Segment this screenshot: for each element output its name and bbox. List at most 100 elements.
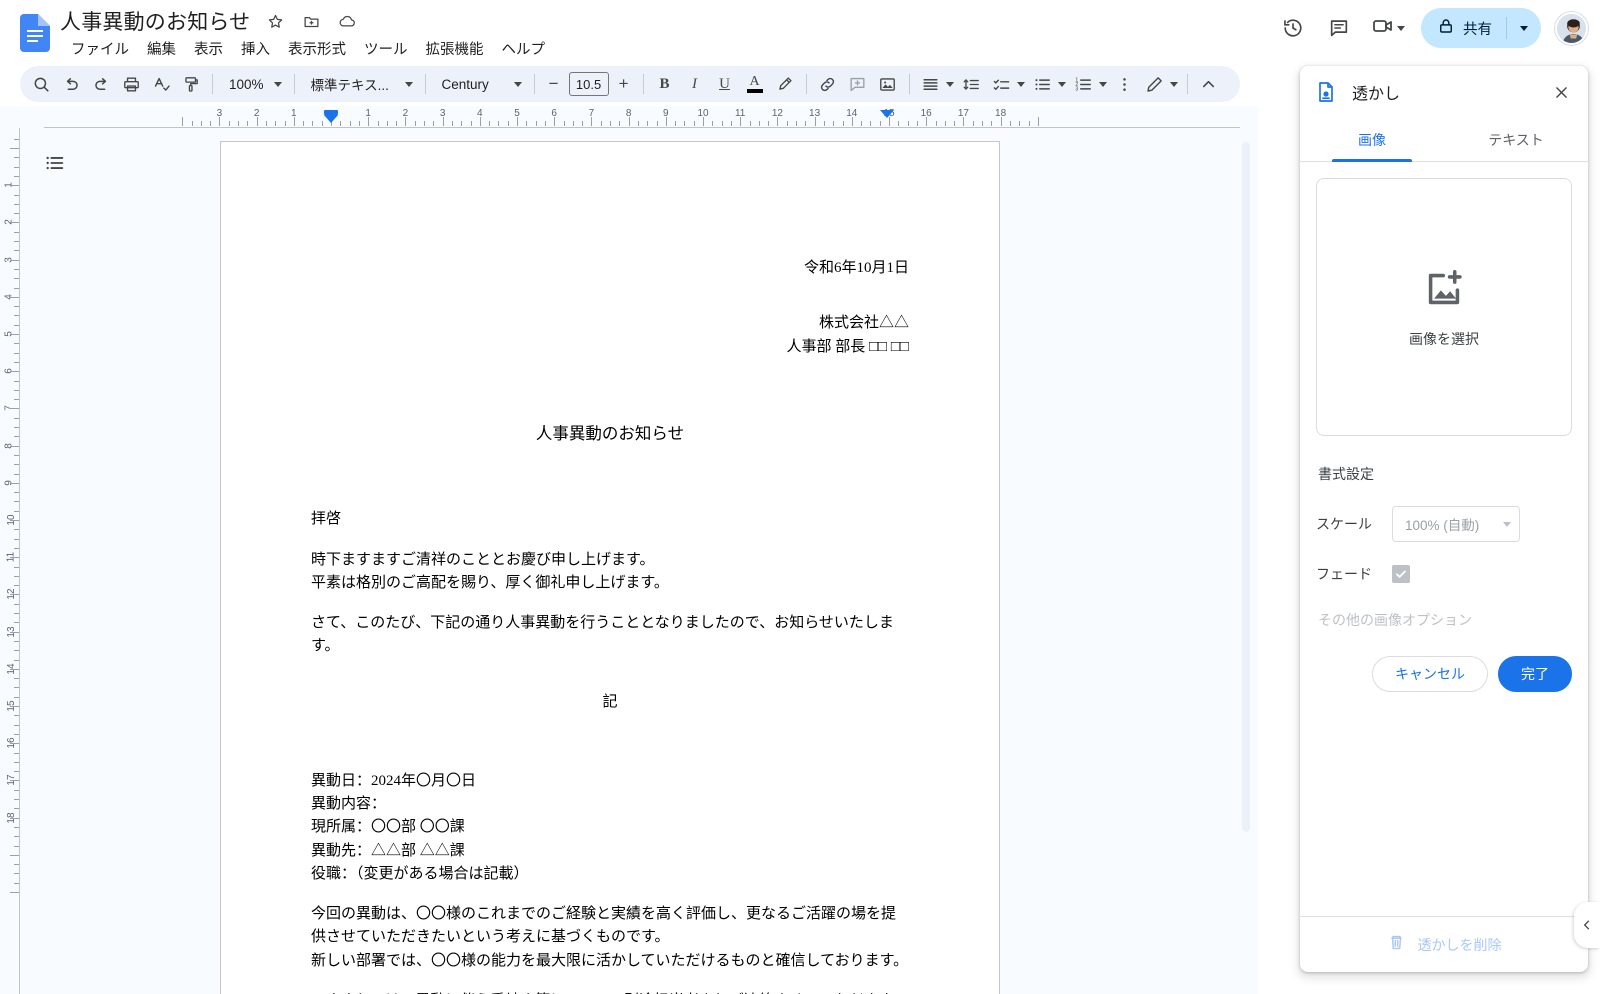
doc-heading: 人事異動のお知らせ [535,423,685,443]
font-size-input[interactable]: 10.5 [568,72,609,96]
ruler-tick [238,121,239,126]
ruler-tick [442,117,444,126]
redo-icon[interactable] [86,69,116,99]
more-image-options-link[interactable]: その他の画像オプション [1318,610,1572,630]
right-indent-marker[interactable] [880,110,894,124]
fade-checkbox[interactable] [1392,565,1410,583]
bold-button[interactable]: B [650,69,680,99]
close-icon[interactable] [1546,77,1576,107]
document-outline-icon[interactable] [38,146,72,180]
menu-edit[interactable]: 編集 [138,36,185,61]
move-to-folder-icon[interactable] [300,10,322,32]
ruler-tick [293,117,295,126]
document-page[interactable]: 令和6年10月1日 株式会社△△ 人事部 部長 □□ □□ 人事異動のお知らせ … [220,141,1000,994]
collapse-toolbar-button[interactable] [1194,69,1224,99]
vertical-ruler[interactable]: 1 2 3 4 5 6 7 8 9 10 11 12 13 14 15 16 17 18 [0,128,20,994]
select-image-dropzone[interactable]: 画像を選択 [1316,178,1572,436]
share-button[interactable]: 共有 [1421,8,1541,48]
ruler-tick [349,121,351,126]
menu-help[interactable]: ヘルプ [493,36,555,61]
insert-link-icon[interactable] [813,69,843,99]
undo-icon[interactable] [56,69,86,99]
more-options-icon[interactable] [1110,69,1140,99]
menu-extensions[interactable]: 拡張機能 [417,36,493,61]
highlight-pen-icon[interactable] [770,69,800,99]
star-icon[interactable] [264,10,286,32]
chevron-down-icon [513,81,522,87]
scale-value: 100% (自動) [1405,518,1480,533]
ruler-tick [851,117,853,126]
underline-button[interactable]: U [710,69,740,99]
delete-watermark-button[interactable]: 透かしを削除 [1300,916,1588,972]
document-body[interactable]: 令和6年10月1日 株式会社△△ 人事部 部長 □□ □□ 人事異動のお知らせ … [221,142,999,994]
font-selector[interactable]: Century [432,70,528,98]
ruler-tick [340,121,342,126]
paragraph-style-selector[interactable]: 標準テキス... [301,70,419,98]
chevron-down-icon [404,81,413,87]
google-docs-window: 人事異動のお知らせ ファイル 編集 表示 挿入 表示形式 ツール 拡張機能 ヘル… [0,0,1600,994]
add-comment-icon[interactable] [843,69,873,99]
menu-format[interactable]: 表示形式 [279,36,355,61]
page-title[interactable]: 人事異動のお知らせ [60,6,250,36]
google-docs-icon[interactable] [20,14,50,52]
print-icon[interactable] [116,69,146,99]
ruler-tick [10,594,19,596]
zoom-selector[interactable]: 100% [219,70,288,98]
spellcheck-icon[interactable] [146,69,176,99]
share-main[interactable]: 共有 [1421,8,1506,48]
cloud-saved-icon[interactable] [336,10,358,32]
search-icon[interactable] [26,69,56,99]
ruler-tick [935,121,937,126]
toolbar-divider [805,74,807,94]
ruler-tick [610,121,611,126]
tab-text[interactable]: テキスト [1444,118,1588,161]
ruler-tick [582,121,584,126]
ruler-tick [470,121,472,126]
version-history-icon[interactable] [1273,8,1313,48]
insert-image-icon[interactable] [873,69,903,99]
decrease-font-size-button[interactable]: − [541,71,567,97]
paint-format-icon[interactable] [176,69,206,99]
share-dropdown-icon[interactable] [1507,8,1541,48]
menu-tools[interactable]: ツール [355,36,417,61]
comment-icon[interactable] [1319,8,1359,48]
ruler-tick [10,780,19,782]
doc-greeting-2: 平素は格別のご高配を賜り、厚く御礼申し上げます。 [311,574,669,591]
chevron-down-icon [945,81,954,87]
scale-select[interactable]: 100% (自動) [1392,506,1520,542]
doc-date: 令和6年10月1日 [803,260,909,276]
meet-button[interactable] [1365,8,1409,48]
ruler-tick [1037,117,1039,126]
horizontal-ruler[interactable]: 3 2 1 1 2 3 4 5 6 7 8 9 10 11 12 13 14 15 16 17 18 [0,106,1258,128]
done-button[interactable]: 完了 [1498,656,1572,692]
ruler-tick [10,445,19,447]
ruler-tick [777,117,779,126]
left-indent-marker[interactable] [324,110,338,124]
editor-canvas: 令和6年10月1日 株式会社△△ 人事部 部長 □□ □□ 人事異動のお知らせ … [20,128,1258,994]
menu-insert[interactable]: 挿入 [232,36,279,61]
watermark-action-buttons: キャンセル 完了 [1316,656,1572,692]
line-spacing-icon[interactable] [957,69,987,99]
menu-view[interactable]: 表示 [185,36,232,61]
edit-mode-dropdown[interactable] [1140,69,1181,99]
bulleted-list-dropdown[interactable] [1028,69,1069,99]
italic-button[interactable]: I [680,69,710,99]
ruler-tick [321,121,323,126]
ruler-tick [200,121,202,126]
cancel-button[interactable]: キャンセル [1372,656,1488,692]
increase-font-size-button[interactable]: + [611,71,637,97]
tab-image[interactable]: 画像 [1300,118,1444,162]
user-avatar[interactable] [1555,11,1588,45]
ruler-tick [916,121,918,126]
numbered-list-dropdown[interactable]: 1 2 3 [1069,69,1110,99]
checklist-dropdown[interactable] [987,69,1028,99]
ruler-tick [758,121,760,126]
editor-scrollbar[interactable] [1242,142,1250,832]
collapse-panel-button[interactable] [1574,902,1600,948]
numbered-list-icon: 1 2 3 [1069,69,1099,99]
ruler-tick [414,121,416,126]
menu-file[interactable]: ファイル [62,36,138,61]
ruler-tick [461,121,463,126]
align-dropdown[interactable] [916,69,957,99]
text-color-button[interactable]: A [740,69,770,99]
